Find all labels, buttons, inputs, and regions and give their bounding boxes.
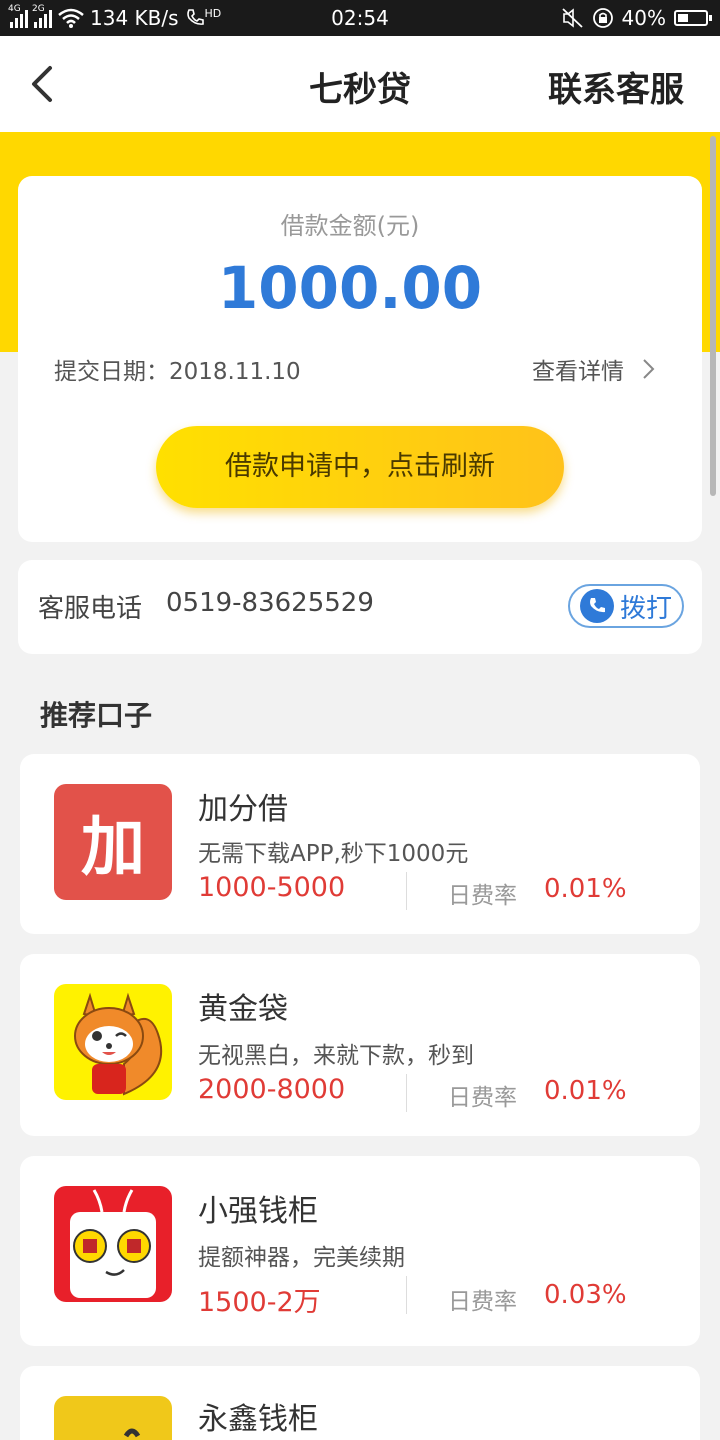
chevron-right-icon — [643, 359, 655, 379]
amount-label: 借款金额(元) — [280, 212, 420, 240]
dial-label: 拨打 — [619, 593, 672, 624]
dial-button[interactable]: 拨打 — [568, 584, 684, 628]
loan-rate: 0.01% — [544, 874, 627, 904]
yongxin-logo-icon — [54, 1396, 172, 1440]
loan-item-yongxinqiangui[interactable]: 永鑫钱柜 — [20, 1366, 700, 1440]
loan-name: 加分借 — [198, 792, 288, 827]
phone-number: 0519-83625529 — [166, 588, 374, 618]
view-detail-link[interactable]: 查看详情 — [532, 352, 656, 386]
loan-range: 1500-2万 — [198, 1287, 321, 1318]
logo-text: 加 — [81, 811, 145, 885]
refresh-button[interactable]: 借款申请中，点击刷新 — [156, 426, 564, 508]
recommend-title: 推荐口子 — [40, 699, 153, 732]
loan-desc: 无视黑白，来就下款，秒到 — [198, 1043, 474, 1069]
rate-label: 日费率 — [448, 1289, 517, 1315]
loan-name: 永鑫钱柜 — [198, 1402, 318, 1437]
battery-icon — [674, 10, 712, 26]
phone-label: 客服电话 — [38, 594, 143, 624]
loan-item-huangjindai[interactable]: 黄金袋 无视黑白，来就下款，秒到 2000-8000 日费率 0.01% — [20, 954, 700, 1136]
xiaoqiang-logo-icon — [54, 1186, 172, 1302]
mute-icon — [561, 8, 583, 28]
jiafenjie-logo: 加 — [54, 784, 172, 900]
service-phone-card: 客服电话 0519-83625529 拨打 — [18, 560, 702, 654]
divider — [406, 1074, 407, 1112]
loan-rate: 0.03% — [544, 1280, 627, 1310]
view-detail-label: 查看详情 — [532, 359, 624, 385]
scrollbar[interactable] — [710, 136, 716, 496]
loan-name: 黄金袋 — [198, 992, 288, 1027]
rotation-lock-icon — [592, 8, 613, 28]
status-bar: 4G 2G 134 KB/s HD 02:54 40% — [0, 0, 720, 36]
loan-name: 小强钱柜 — [198, 1194, 318, 1229]
battery-percent: 40% — [621, 6, 666, 30]
divider — [406, 872, 407, 910]
loan-range: 2000-8000 — [198, 1074, 346, 1105]
loan-range: 1000-5000 — [198, 872, 346, 903]
loan-desc: 无需下载APP,秒下1000元 — [198, 841, 469, 867]
phone-icon — [579, 589, 614, 623]
app-header: 七秒贷 联系客服 — [0, 36, 720, 133]
rate-label: 日费率 — [448, 1085, 517, 1111]
squirrel-logo-icon — [54, 984, 172, 1100]
loan-desc: 提额神器，完美续期 — [198, 1245, 405, 1271]
loan-rate: 0.01% — [544, 1076, 627, 1106]
loan-amount: 1000.00 — [217, 254, 483, 322]
divider — [406, 1276, 407, 1314]
contact-service-button[interactable]: 联系客服 — [548, 62, 684, 111]
loan-item-jiafenjie[interactable]: 加 加分借 无需下载APP,秒下1000元 1000-5000 日费率 0.01… — [20, 754, 700, 934]
submit-date: 提交日期：2018.11.10 — [54, 359, 301, 385]
loan-status-card: 借款金额(元) 1000.00 提交日期：2018.11.10 查看详情 借款申… — [18, 176, 702, 542]
rate-label: 日费率 — [448, 883, 517, 909]
loan-item-xiaoqiangqiangui[interactable]: 小强钱柜 提额神器，完美续期 1500-2万 日费率 0.03% — [20, 1156, 700, 1346]
